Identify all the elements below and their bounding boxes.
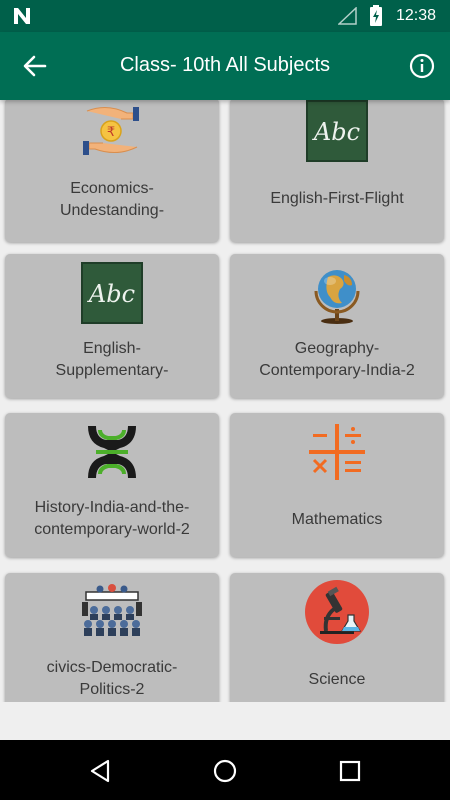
notification-n-icon bbox=[14, 8, 30, 24]
subject-card-civics[interactable]: civics-Democratic- Politics-2 bbox=[5, 573, 219, 702]
icon-container bbox=[5, 581, 219, 643]
svg-text:Abc: Abc bbox=[87, 280, 135, 308]
nav-home-icon[interactable] bbox=[212, 758, 238, 784]
subject-label-text: English-First-Flight bbox=[270, 190, 404, 207]
nav-recents-icon[interactable] bbox=[337, 758, 363, 784]
info-icon[interactable] bbox=[409, 53, 435, 79]
icon-container bbox=[230, 580, 444, 644]
page-title: Class- 10th All Subjects bbox=[119, 54, 331, 76]
icon-container bbox=[230, 262, 444, 324]
subject-label: English- Supplementary- bbox=[9, 338, 215, 382]
subject-card-history[interactable]: History-India-and-the- contemporary-worl… bbox=[5, 413, 219, 557]
svg-text:₹: ₹ bbox=[107, 125, 115, 140]
subject-label-text: Economics- Undestanding- bbox=[59, 180, 165, 219]
subject-label: civics-Democratic- Politics-2 bbox=[9, 657, 215, 701]
subject-label-text: Mathematics bbox=[291, 511, 383, 528]
status-time: 12:38 bbox=[396, 7, 437, 24]
nav-back-icon[interactable] bbox=[88, 758, 114, 784]
icon-container bbox=[230, 421, 444, 483]
subject-label-text: History-India-and-the- contemporary-worl… bbox=[34, 499, 190, 538]
subjects-list[interactable]: ₹ Economics- Undestanding- Abc English-F… bbox=[0, 100, 450, 702]
signal-icon bbox=[338, 7, 357, 25]
globe-icon bbox=[314, 270, 360, 324]
abc-chalkboard-icon: Abc bbox=[306, 100, 368, 162]
icon-container: Abc bbox=[230, 100, 444, 162]
subject-label: Geography- Contemporary-India-2 bbox=[234, 338, 440, 382]
microscope-icon bbox=[305, 580, 369, 644]
parliament-icon bbox=[82, 584, 142, 636]
subject-label: Economics- Undestanding- bbox=[9, 178, 215, 222]
subject-label: Science bbox=[234, 669, 440, 691]
subject-card-mathematics[interactable]: Mathematics bbox=[230, 413, 444, 557]
subject-card-geography[interactable]: Geography- Contemporary-India-2 bbox=[230, 254, 444, 398]
subject-card-english-supplementary[interactable]: Abc English- Supplementary- bbox=[5, 254, 219, 398]
subject-card-english-first-flight[interactable]: Abc English-First-Flight bbox=[230, 100, 444, 242]
abc-chalkboard-icon: Abc bbox=[81, 262, 143, 324]
subject-card-science[interactable]: Science bbox=[230, 573, 444, 702]
subject-label: English-First-Flight bbox=[234, 188, 440, 210]
icon-container: ₹ bbox=[5, 100, 219, 162]
icon-container bbox=[5, 421, 219, 483]
math-operators-icon bbox=[309, 424, 365, 480]
subject-label: Mathematics bbox=[234, 509, 440, 531]
subject-label-text: civics-Democratic- Politics-2 bbox=[46, 659, 178, 698]
subject-label-text: Science bbox=[308, 671, 366, 688]
subject-label-text: English- Supplementary- bbox=[55, 340, 169, 379]
subject-label-text: Geography- Contemporary-India-2 bbox=[259, 340, 415, 379]
status-bar: 12:38 bbox=[0, 0, 450, 32]
battery-icon bbox=[370, 5, 382, 26]
subject-label: History-India-and-the- contemporary-worl… bbox=[9, 497, 215, 541]
app-bar: Class- 10th All Subjects bbox=[0, 32, 450, 100]
subject-card-economics[interactable]: ₹ Economics- Undestanding- bbox=[5, 100, 219, 242]
svg-text:Abc: Abc bbox=[312, 118, 360, 146]
system-nav-bar bbox=[0, 740, 450, 800]
money-hands-icon: ₹ bbox=[83, 107, 139, 155]
figure-symbol-icon bbox=[88, 426, 136, 478]
icon-container: Abc bbox=[5, 262, 219, 324]
